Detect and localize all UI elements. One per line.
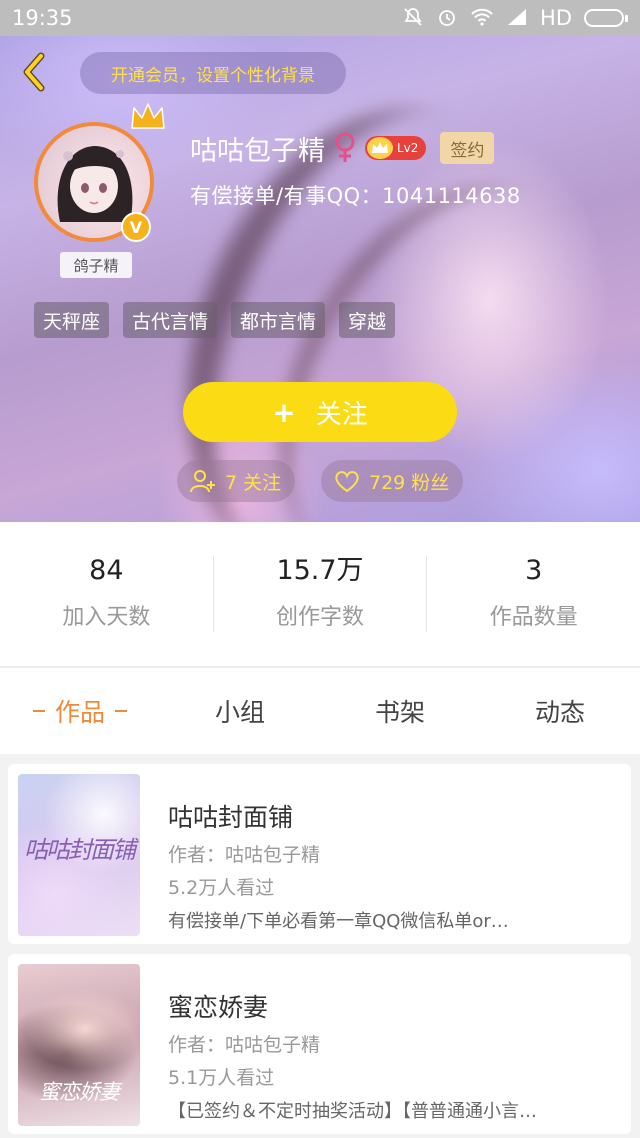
crown-icon — [131, 103, 165, 129]
work-cover: 咕咕封面铺 — [18, 774, 140, 936]
work-title: 咕咕封面铺 — [168, 803, 294, 832]
tab-bar: 作品 小组 书架 动态 — [0, 668, 640, 754]
work-card[interactable]: 咕咕封面铺 咕咕封面铺 作者：咕咕包子精 5.2万人看过 有偿接单/下单必看第一… — [8, 764, 631, 944]
network-label: HD — [540, 6, 572, 30]
work-author: 作者：咕咕包子精 — [168, 1034, 321, 1056]
stats-panel: 84 加入天数 15.7万 创作字数 3 作品数量 — [0, 522, 640, 666]
user-plus-icon — [190, 470, 215, 493]
chevron-left-icon — [23, 52, 45, 92]
back-button[interactable] — [12, 50, 56, 94]
tag[interactable]: 天秤座 — [34, 302, 110, 338]
tag[interactable]: 古代言情 — [123, 302, 218, 338]
tab-label: 动态 — [534, 698, 585, 727]
following-button[interactable]: 7 关注 — [177, 460, 296, 502]
mute-icon — [402, 6, 424, 31]
work-title: 蜜恋娇妻 — [168, 993, 269, 1022]
follow-button[interactable]: + 关注 — [183, 382, 457, 442]
stat-value: 15.7万 — [276, 555, 364, 586]
cover-title-art: 咕咕封面铺 — [24, 836, 136, 864]
heart-icon — [335, 471, 359, 493]
work-author: 作者：咕咕包子精 — [168, 844, 321, 866]
tab-label: 作品 — [54, 698, 105, 727]
status-icons: HD — [402, 6, 628, 31]
tab-label: 小组 — [214, 698, 265, 727]
work-description: 【已签约＆不定时抽奖活动】【普普通通小言… — [168, 1101, 537, 1122]
avatar[interactable]: V — [34, 103, 165, 242]
vip-banner-button[interactable]: 开通会员，设置个性化背景 — [80, 52, 346, 94]
tab-bookshelf[interactable]: 书架 — [320, 668, 480, 754]
stat-label: 创作字数 — [276, 605, 365, 630]
wifi-icon — [470, 7, 494, 30]
female-icon — [335, 132, 355, 162]
tab-active-indicator — [32, 710, 45, 712]
work-description: 有偿接单/下单必看第一章QQ微信私单or… — [168, 911, 509, 932]
user-bio: 有偿接单/有事QQ：1041114638 — [190, 184, 521, 208]
level-text: Lv2 — [397, 141, 419, 155]
stat-days-joined: 84 加入天数 — [0, 556, 213, 632]
tab-works[interactable]: 作品 — [0, 668, 160, 754]
status-time: 19:35 — [12, 6, 73, 30]
tag[interactable]: 穿越 — [339, 302, 396, 338]
tab-active-indicator — [115, 710, 127, 712]
username: 咕咕包子精 — [190, 135, 325, 167]
stat-value: 84 — [89, 555, 124, 586]
stat-works-count: 3 作品数量 — [426, 556, 640, 632]
plus-icon: + — [272, 395, 296, 429]
status-bar: 19:35 HD — [0, 0, 640, 36]
stat-label: 加入天数 — [62, 605, 151, 630]
signed-badge: 签约 — [440, 132, 495, 164]
verified-badge: V — [121, 212, 151, 242]
level-crown-icon — [367, 137, 393, 159]
level-badge: Lv2 — [365, 136, 427, 160]
work-views: 5.1万人看过 — [168, 1067, 275, 1089]
battery-icon — [584, 9, 628, 27]
stat-word-count: 15.7万 创作字数 — [212, 555, 427, 632]
tag-list: 天秤座 古代言情 都市言情 穿越 — [34, 302, 396, 338]
alarm-icon — [436, 6, 458, 31]
cover-title-art: 蜜恋娇妻 — [39, 1080, 120, 1104]
avatar-caption: 鸽子精 — [60, 252, 132, 278]
following-count: 7 关注 — [225, 471, 282, 494]
tab-activity[interactable]: 动态 — [480, 668, 640, 754]
stat-value: 3 — [525, 555, 543, 586]
stat-label: 作品数量 — [489, 605, 578, 630]
signal-icon — [506, 8, 528, 29]
tab-groups[interactable]: 小组 — [160, 668, 320, 754]
followers-count: 729 粉丝 — [369, 471, 450, 494]
followers-button[interactable]: 729 粉丝 — [321, 460, 464, 502]
follow-button-label: 关注 — [315, 399, 368, 430]
name-row: 咕咕包子精 Lv2 签约 — [190, 128, 495, 168]
tag[interactable]: 都市言情 — [231, 302, 326, 338]
work-views: 5.2万人看过 — [168, 877, 275, 899]
tab-label: 书架 — [374, 698, 425, 727]
profile-header: 19:35 HD 开通会员，设置个性化背景 V 鸽子精 咕咕包子精 Lv2 签约… — [0, 0, 640, 522]
work-cover: 蜜恋娇妻 — [18, 964, 140, 1126]
work-card[interactable]: 蜜恋娇妻 蜜恋娇妻 作者：咕咕包子精 5.1万人看过 【已签约＆不定时抽奖活动】… — [8, 954, 631, 1134]
